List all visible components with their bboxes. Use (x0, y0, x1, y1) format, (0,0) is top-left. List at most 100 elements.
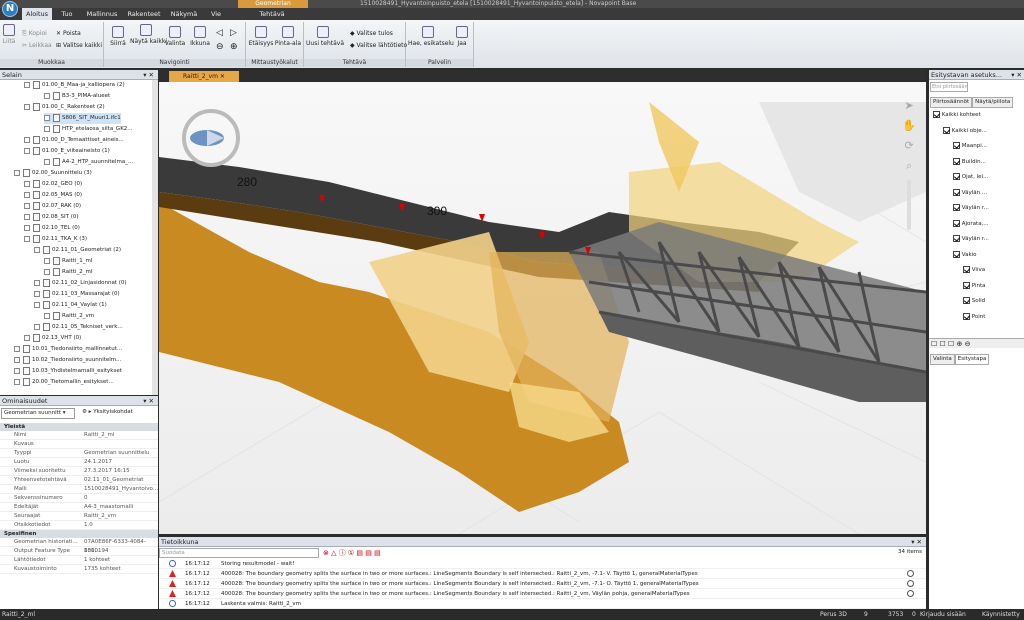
property-row[interactable]: Kuvaus (0, 440, 158, 449)
panel-pin-close-icon[interactable]: ▾ ✕ (911, 537, 922, 547)
expand-toggle-icon[interactable] (14, 378, 20, 385)
select-arrow-icon[interactable]: ➤ (902, 96, 916, 116)
zoom-slider[interactable] (907, 180, 912, 230)
property-row[interactable]: Geometrian historiati... 07A0E86F-6333-40… (0, 538, 158, 554)
log-row[interactable]: 16:17:12 400028: The boundary geometry sp… (159, 589, 926, 599)
tree-item[interactable]: 02.11_02_Linjasidonnat (0) (34, 278, 127, 289)
details-button[interactable]: ⚙ ▸ Yksityiskohdat (82, 409, 133, 415)
tree-item[interactable]: 01.00_B_Maa-ja_kalliopera (2) (24, 80, 125, 91)
tab-mallinnus[interactable]: Mallinnus (82, 8, 122, 20)
expand-toggle-icon[interactable] (24, 147, 30, 154)
login-link[interactable]: Kirjaudu sisään (920, 609, 966, 620)
pan-button[interactable]: Siirrä (108, 26, 128, 47)
visibility-checkbox[interactable] (963, 312, 970, 320)
tab-aloitus[interactable]: Aloitus (22, 8, 52, 20)
rule-toolbar[interactable]: ☐ ☐ ☐ ⊕ ⊖ (929, 338, 1024, 348)
tree-item[interactable]: Raitti_2_vm (44, 311, 94, 322)
visibility-checkbox[interactable] (943, 126, 950, 134)
expand-toggle-icon[interactable] (44, 92, 50, 99)
property-row[interactable]: Kuvaustoiminto 1735 kohteet (0, 565, 158, 574)
tree-item[interactable]: 02.07_RAK (0) (24, 201, 81, 212)
hand-icon[interactable]: ✋ (902, 116, 916, 136)
property-row[interactable]: Luotu 24.1.2017 (0, 458, 158, 467)
tab-nakyma[interactable]: Näkymä (166, 8, 202, 20)
nav-back-icon[interactable]: ◁ (216, 28, 223, 38)
log-filter-input[interactable]: Suodata (159, 548, 319, 558)
expand-toggle-icon[interactable] (24, 81, 30, 88)
expand-toggle-icon[interactable] (14, 345, 20, 352)
expand-toggle-icon[interactable] (24, 103, 30, 110)
expand-toggle-icon[interactable] (14, 356, 20, 363)
property-row[interactable]: Sekvenssinumero 0 (0, 494, 158, 503)
visibility-checkbox[interactable] (933, 111, 940, 118)
drawing-rule-item[interactable]: Ajorata,... (953, 219, 989, 230)
panel-pin-close-icon[interactable]: ▾ ✕ (143, 70, 154, 80)
distance-button[interactable]: Etäisyys (248, 26, 274, 47)
tab-tuo[interactable]: Tuo (54, 8, 80, 20)
select-all-button[interactable]: ⊞ Valitse kaikki (56, 42, 102, 49)
expand-toggle-icon[interactable] (34, 246, 40, 253)
drawing-rule-item[interactable]: Viiva (963, 265, 985, 276)
property-category[interactable]: Yleistä (0, 423, 158, 431)
cut-button[interactable]: ✂ Leikkaa (22, 42, 52, 49)
tree-item[interactable]: Raitti_1_ml (44, 256, 92, 267)
log-row[interactable]: 16:17:12 400028: The boundary geometry sp… (159, 579, 926, 589)
tree-item[interactable]: 02.10_TEL (0) (24, 223, 80, 234)
expand-toggle-icon[interactable] (44, 312, 50, 319)
drawing-rule-item[interactable]: Väylän r... (953, 234, 989, 245)
tree-item[interactable]: 02.11_TKA_K (3) (24, 234, 87, 245)
log-row[interactable]: 16:17:12 Laskenta valmis: Raitti_2_vm (159, 599, 926, 609)
tree-item[interactable]: 02.11_05_Tekniset_verk... (34, 322, 123, 333)
drawing-rule-search[interactable]: Etsi piirtosään (930, 82, 968, 92)
log-row-radio[interactable] (907, 590, 914, 597)
drawing-rule-item[interactable]: Vakio (953, 250, 977, 261)
log-row-radio[interactable] (907, 580, 914, 587)
property-row[interactable]: Nimi Raitti_2_ml (0, 431, 158, 440)
3d-viewport[interactable]: 280 300 ➤ ✋ ⟳ ⌕ (159, 82, 926, 534)
tree-item[interactable]: 02.11_03_Massarajat (0) (34, 289, 120, 300)
property-row[interactable]: Viimeksi suoritettu 27.3.2017 16:15 (0, 467, 158, 476)
expand-toggle-icon[interactable] (34, 290, 40, 297)
expand-toggle-icon[interactable] (44, 268, 50, 275)
drawing-rule-item[interactable]: Kaikki obje... (943, 126, 987, 137)
area-button[interactable]: Pinta-ala (274, 26, 302, 47)
expand-toggle-icon[interactable] (24, 180, 30, 187)
expand-toggle-icon[interactable] (24, 202, 30, 209)
tree-item[interactable]: 01.00_D_Temaattiset_aineis... (24, 135, 124, 146)
property-category[interactable]: Spesifinen (0, 530, 158, 538)
close-icon[interactable]: ✕ (220, 73, 225, 80)
expand-toggle-icon[interactable] (24, 235, 30, 242)
visibility-checkbox[interactable] (953, 142, 960, 149)
expand-toggle-icon[interactable] (44, 257, 50, 264)
expand-toggle-icon[interactable] (14, 367, 20, 374)
drawing-rule-item[interactable]: Solid (963, 296, 985, 307)
property-row[interactable]: Tyyppi Geometrian suunnittelu (0, 449, 158, 458)
tree-item[interactable]: 01.00_C_Rakenteet (2) (24, 102, 105, 113)
new-task-button[interactable]: Uusi tehtävä (306, 26, 344, 47)
visibility-checkbox[interactable] (963, 297, 970, 304)
visibility-checkbox[interactable] (953, 157, 960, 165)
zoom-window-button[interactable]: Ikkuna (188, 26, 212, 47)
drawing-rule-item[interactable]: Buildin... (953, 157, 986, 168)
drawing-rule-item[interactable]: Maanpi... (953, 141, 987, 152)
tree-item[interactable]: 20.00_Tietomallin_esitykset... (14, 377, 114, 388)
property-row[interactable]: Malli 1510028491_Hyvantoivo... (0, 485, 158, 494)
tree-item[interactable]: 10.02_Tiedonsiirto_suunnitelm... (14, 355, 121, 366)
paste-button[interactable]: Liitä (2, 24, 16, 45)
zoom-icon[interactable]: ⌕ (902, 156, 916, 176)
view-mode-select[interactable]: Perus 3D (820, 609, 847, 620)
app-logo-button[interactable]: N (2, 1, 18, 17)
drawing-rule-item[interactable]: Väylän ... (953, 188, 987, 199)
tree-item[interactable]: 02.05_MAS (0) (24, 190, 82, 201)
tab-drawing-rules[interactable]: Piirtosäännöt (930, 97, 973, 108)
tree-item[interactable]: B3-3_PIMA-alueet (44, 91, 110, 102)
expand-toggle-icon[interactable] (24, 213, 30, 220)
tree-item[interactable]: 10.01_Tiedonsiirto_mallinnetut... (14, 344, 122, 355)
drawing-rule-item[interactable]: Ojat, lei... (953, 172, 988, 183)
expand-toggle-icon[interactable] (44, 114, 50, 121)
visibility-checkbox[interactable] (953, 250, 960, 258)
property-row[interactable]: Output Feature Type 1000194 (0, 547, 158, 556)
visibility-checkbox[interactable] (953, 235, 960, 242)
log-row[interactable]: 16:17:12 400028: The boundary geometry sp… (159, 569, 926, 579)
nav-forward-icon[interactable]: ▷ (230, 28, 237, 38)
